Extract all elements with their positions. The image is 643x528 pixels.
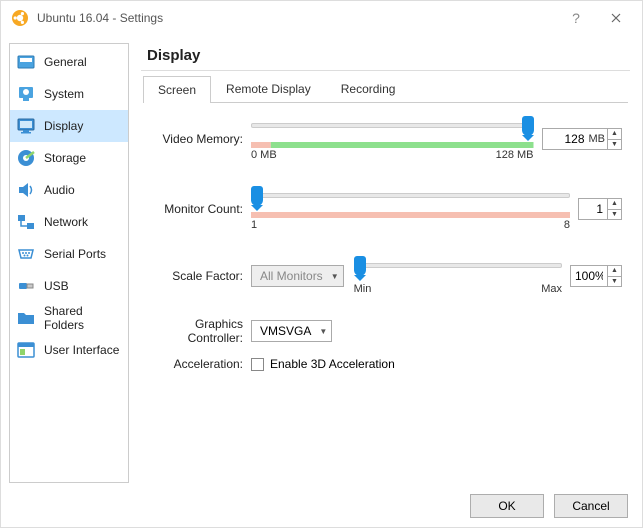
storage-icon xyxy=(16,148,36,168)
app-icon xyxy=(11,9,29,27)
sidebar-item-system[interactable]: System xyxy=(10,78,128,110)
sidebar-item-shared-folders[interactable]: Shared Folders xyxy=(10,302,128,334)
video-memory-max-tick: 128 MB xyxy=(496,149,534,161)
spinner-up-icon[interactable]: ▲ xyxy=(608,199,621,210)
tab-recording[interactable]: Recording xyxy=(326,75,411,102)
video-memory-min-tick: 0 MB xyxy=(251,149,277,161)
tab-remote-display[interactable]: Remote Display xyxy=(211,75,326,102)
video-memory-label: Video Memory: xyxy=(141,132,251,146)
sidebar-item-label: USB xyxy=(44,279,69,293)
monitor-count-input[interactable] xyxy=(579,199,607,219)
sidebar-item-user-interface[interactable]: User Interface xyxy=(10,334,128,366)
graphics-controller-select[interactable]: VMSVGA ▼ xyxy=(251,320,332,342)
spinner-up-icon[interactable]: ▲ xyxy=(608,129,621,140)
ok-button[interactable]: OK xyxy=(470,494,544,518)
scale-factor-spinner[interactable]: ▲▼ xyxy=(570,265,622,287)
spinner-down-icon[interactable]: ▼ xyxy=(608,210,621,220)
dialog-footer: OK Cancel xyxy=(1,483,642,527)
tab-screen[interactable]: Screen xyxy=(143,76,211,103)
window-title: Ubuntu 16.04 - Settings xyxy=(37,11,163,25)
user-interface-icon xyxy=(16,340,36,360)
close-button[interactable] xyxy=(596,4,636,32)
video-memory-input[interactable] xyxy=(543,129,589,149)
display-icon xyxy=(16,116,36,136)
audio-icon xyxy=(16,180,36,200)
video-memory-spinner[interactable]: MB ▲▼ xyxy=(542,128,623,150)
spinner-down-icon[interactable]: ▼ xyxy=(608,277,621,287)
shared-folders-icon xyxy=(16,308,36,328)
sidebar: General System Display Storage Audio Net… xyxy=(9,43,129,483)
sidebar-item-usb[interactable]: USB xyxy=(10,270,128,302)
scale-factor-monitor-select[interactable]: All Monitors ▼ xyxy=(251,265,344,287)
monitor-count-spinner[interactable]: ▲▼ xyxy=(578,198,622,220)
tab-bar: Screen Remote Display Recording xyxy=(143,75,628,103)
sidebar-item-serial-ports[interactable]: Serial Ports xyxy=(10,238,128,270)
sidebar-item-label: Serial Ports xyxy=(44,247,106,261)
scale-factor-min-tick: Min xyxy=(354,283,372,295)
sidebar-item-label: Network xyxy=(44,215,88,229)
chevron-down-icon: ▼ xyxy=(331,272,339,281)
page-title: Display xyxy=(137,43,634,70)
chevron-down-icon: ▼ xyxy=(319,327,327,336)
cancel-button[interactable]: Cancel xyxy=(554,494,628,518)
sidebar-item-label: System xyxy=(44,87,84,101)
sidebar-item-network[interactable]: Network xyxy=(10,206,128,238)
graphics-controller-label: Graphics Controller: xyxy=(141,317,251,345)
sidebar-item-label: Audio xyxy=(44,183,75,197)
scale-factor-label: Scale Factor: xyxy=(141,269,251,283)
serial-ports-icon xyxy=(16,244,36,264)
sidebar-item-storage[interactable]: Storage xyxy=(10,142,128,174)
scale-factor-input[interactable] xyxy=(571,266,607,286)
monitor-count-label: Monitor Count: xyxy=(141,202,251,216)
checkbox-label: Enable 3D Acceleration xyxy=(270,357,395,371)
enable-3d-acceleration-checkbox[interactable]: Enable 3D Acceleration xyxy=(251,357,395,371)
video-memory-unit: MB xyxy=(589,129,608,149)
scale-factor-slider[interactable]: Min Max xyxy=(354,257,562,295)
main-panel: Display Screen Remote Display Recording … xyxy=(137,43,634,483)
acceleration-label: Acceleration: xyxy=(141,357,251,371)
checkbox-icon xyxy=(251,358,264,371)
sidebar-item-label: User Interface xyxy=(44,343,119,357)
usb-icon xyxy=(16,276,36,296)
scale-factor-max-tick: Max xyxy=(541,283,562,295)
sidebar-item-display[interactable]: Display xyxy=(10,110,128,142)
sidebar-item-label: Display xyxy=(44,119,83,133)
titlebar: Ubuntu 16.04 - Settings ? xyxy=(1,1,642,35)
video-memory-slider[interactable]: 0 MB 128 MB xyxy=(251,117,534,161)
sidebar-item-audio[interactable]: Audio xyxy=(10,174,128,206)
sidebar-item-label: General xyxy=(44,55,87,69)
sidebar-item-general[interactable]: General xyxy=(10,46,128,78)
settings-window: Ubuntu 16.04 - Settings ? General System… xyxy=(0,0,643,528)
monitor-count-min-tick: 1 xyxy=(251,219,257,231)
network-icon xyxy=(16,212,36,232)
spinner-up-icon[interactable]: ▲ xyxy=(608,266,621,277)
monitor-count-slider[interactable]: 1 8 xyxy=(251,187,570,231)
sidebar-item-label: Storage xyxy=(44,151,86,165)
system-icon xyxy=(16,84,36,104)
monitor-count-max-tick: 8 xyxy=(564,219,570,231)
screen-form: Video Memory: 0 MB 128 MB xyxy=(137,103,634,387)
general-icon xyxy=(16,52,36,72)
help-button[interactable]: ? xyxy=(556,4,596,32)
spinner-down-icon[interactable]: ▼ xyxy=(608,140,621,150)
sidebar-item-label: Shared Folders xyxy=(44,304,122,332)
